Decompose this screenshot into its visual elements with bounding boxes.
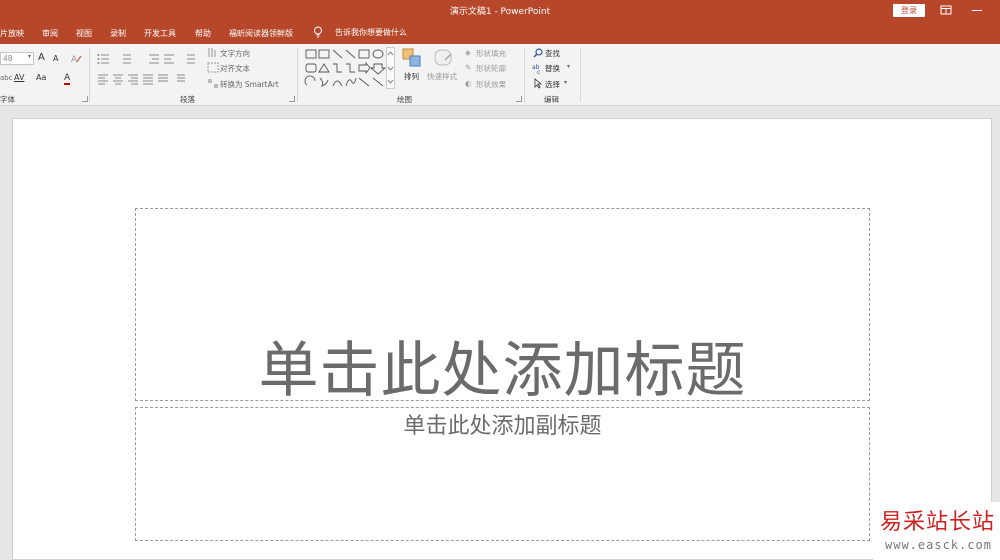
title-placeholder[interactable]: 单击此处添加标题	[135, 208, 870, 406]
select-cursor-icon[interactable]	[533, 78, 543, 89]
shrink-font-button[interactable]: A	[53, 54, 58, 63]
login-button[interactable]: 登录	[893, 4, 925, 17]
ribbon-display-options-icon[interactable]	[940, 4, 952, 16]
replace-label[interactable]: 替换	[545, 63, 560, 74]
tell-me-label: 告诉我你想要做什么	[335, 27, 407, 37]
shape-outline-icon[interactable]: ✎	[465, 63, 471, 72]
watermark-url: www.easck.com	[885, 538, 992, 552]
smartart-icon[interactable]	[207, 78, 219, 89]
align-text-label[interactable]: 对齐文本	[220, 63, 250, 74]
minimize-button[interactable]	[972, 10, 982, 11]
shape-outline-label[interactable]: 形状轮廓	[476, 63, 506, 74]
svg-text:c: c	[537, 69, 540, 74]
group-divider	[89, 48, 90, 102]
tab-record[interactable]: 录制	[110, 28, 126, 39]
select-label[interactable]: 选择	[545, 79, 560, 90]
window-title: 演示文稿1 - PowerPoint	[449, 7, 551, 17]
chevron-down-icon[interactable]: ▾	[567, 63, 570, 70]
strikethrough-button[interactable]: abc	[0, 74, 13, 82]
quick-styles-icon[interactable]	[433, 48, 455, 68]
tell-me-search[interactable]: 告诉我你想要做什么	[313, 26, 407, 38]
font-color-button[interactable]: A	[64, 73, 71, 85]
shape-fill-icon[interactable]: ◈	[465, 48, 471, 57]
tab-help[interactable]: 帮助	[195, 28, 211, 39]
alignment-buttons-icon[interactable]	[97, 73, 197, 85]
find-icon[interactable]	[533, 48, 543, 58]
tab-foxit-reader[interactable]: 福昕阅读器领鲜版	[229, 28, 293, 39]
arrange-icon[interactable]	[402, 48, 422, 68]
shape-effects-label[interactable]: 形状效果	[476, 79, 506, 90]
change-case-button[interactable]: Aa	[36, 73, 46, 82]
title-bar: 演示文稿1 - PowerPoint 登录	[0, 0, 1000, 22]
drawing-group-label: 绘图	[397, 95, 412, 104]
quick-styles-label[interactable]: 快速样式	[427, 71, 457, 82]
align-text-icon[interactable]	[207, 62, 219, 73]
watermark: 易采站长站 www.easck.com	[873, 502, 1000, 560]
shapes-gallery-icon[interactable]	[304, 48, 398, 90]
subtitle-placeholder[interactable]: 单击此处添加副标题	[135, 407, 870, 541]
group-divider	[524, 48, 525, 102]
shape-effects-icon[interactable]: ◐	[465, 79, 472, 88]
group-divider	[297, 48, 298, 102]
subtitle-placeholder-text: 单击此处添加副标题	[403, 414, 602, 439]
arrange-label[interactable]: 排列	[404, 71, 419, 82]
ribbon-tabs: 片放映 审阅 视图 录制 开发工具 帮助 福昕阅读器领鲜版 告诉我你想要做什么	[0, 22, 1000, 44]
shapes-scroll-icon[interactable]	[386, 47, 395, 89]
title-placeholder-text: 单击此处添加标题	[258, 336, 747, 406]
group-divider	[580, 48, 581, 102]
find-label[interactable]: 查找	[545, 48, 560, 59]
lightbulb-icon	[314, 26, 322, 38]
editing-group-label: 编辑	[544, 95, 559, 104]
watermark-logo-text: 易采站长站	[880, 510, 996, 535]
tab-developer[interactable]: 开发工具	[144, 28, 176, 39]
chevron-down-icon[interactable]: ▾	[564, 79, 567, 86]
tab-slideshow[interactable]: 片放映	[0, 28, 24, 39]
text-direction-label[interactable]: 文字方向	[220, 48, 250, 59]
ribbon: 48 ▾ A A A abc AV Aa A 字体 文字方向 对齐文本 转换为 …	[0, 44, 1000, 106]
paragraph-dialog-launcher[interactable]	[289, 96, 295, 102]
paragraph-group-label: 段落	[180, 95, 195, 104]
tab-view[interactable]: 视图	[76, 28, 92, 39]
smartart-label[interactable]: 转换为 SmartArt	[220, 79, 279, 90]
text-direction-icon[interactable]	[207, 47, 219, 58]
char-spacing-button[interactable]: AV	[14, 73, 24, 82]
shape-fill-label[interactable]: 形状填充	[476, 48, 506, 59]
font-dialog-launcher[interactable]	[82, 96, 88, 102]
replace-icon[interactable]: ab c	[532, 63, 544, 74]
chevron-down-icon[interactable]: ▾	[28, 53, 31, 60]
drawing-dialog-launcher[interactable]	[516, 96, 522, 102]
tab-review[interactable]: 审阅	[42, 28, 58, 39]
clear-formatting-icon[interactable]: A	[71, 53, 83, 64]
font-group-label: 字体	[0, 95, 15, 104]
list-buttons-icon[interactable]	[97, 52, 207, 66]
grow-font-button[interactable]: A	[38, 52, 45, 63]
svg-text:A: A	[71, 55, 78, 64]
